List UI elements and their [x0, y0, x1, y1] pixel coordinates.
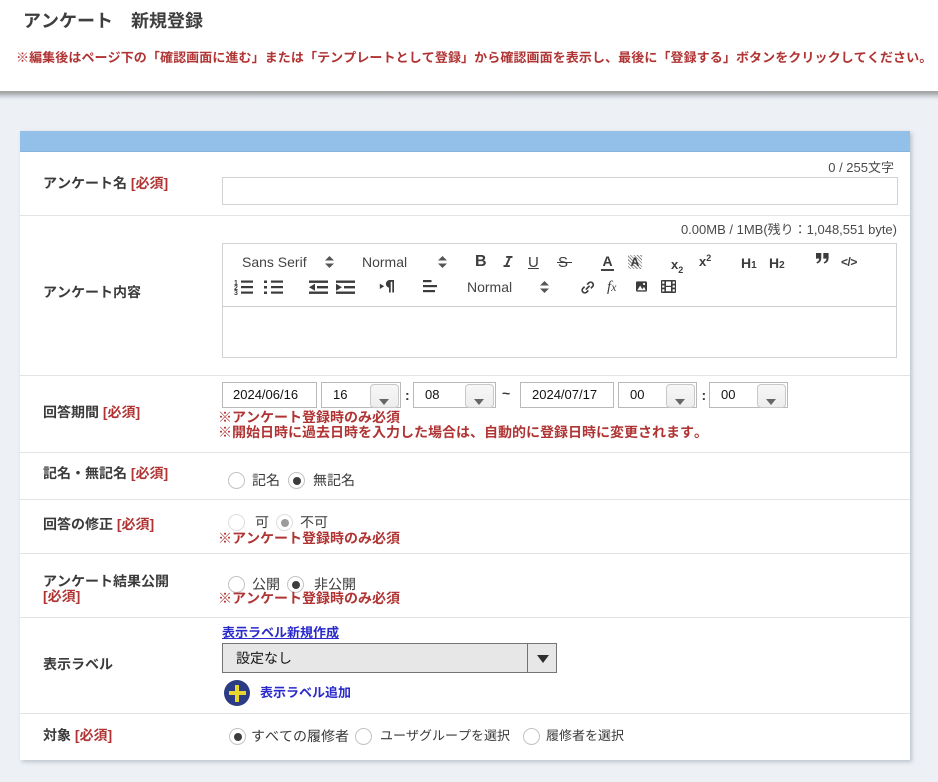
svg-text:3: 3 — [234, 290, 238, 295]
